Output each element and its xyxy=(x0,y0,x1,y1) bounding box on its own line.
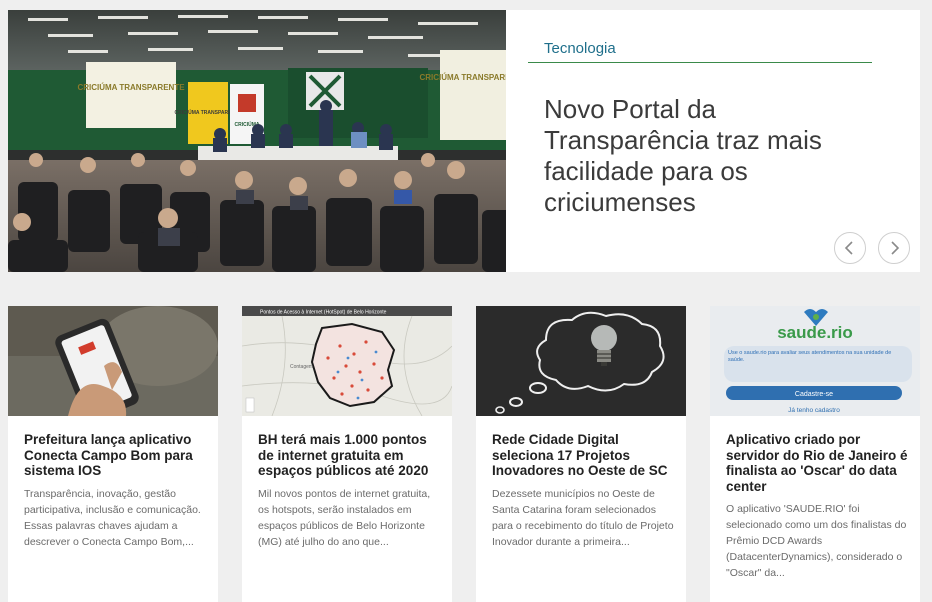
featured-photo[interactable]: CRICIÚMA TRANSPARENTE CRICIÚMA TRANSPARE… xyxy=(8,10,506,272)
card-title[interactable]: BH terá mais 1.000 pontos de internet gr… xyxy=(258,432,442,479)
card-image-map[interactable]: Pontos de Acesso à Internet (HotSpot) de… xyxy=(242,306,452,416)
news-card[interactable]: Rede Cidade Digital seleciona 17 Projeto… xyxy=(476,306,686,602)
chevron-left-icon xyxy=(844,241,853,255)
card-title[interactable]: Prefeitura lança aplicativo Conecta Camp… xyxy=(24,432,208,479)
hotspot-map-image: Pontos de Acesso à Internet (HotSpot) de… xyxy=(242,306,452,416)
screen-right-text: CRICIÚMA TRANSPARENTE xyxy=(419,73,506,82)
app-intro-text: Use o saude.rio para avaliar seus atendi… xyxy=(728,350,892,363)
map-caption: Pontos de Acesso à Internet (HotSpot) de… xyxy=(260,310,387,316)
category-label[interactable]: Tecnologia xyxy=(544,40,616,57)
news-card[interactable]: saude.rio Use o saude.rio para avaliar s… xyxy=(710,306,920,602)
card-description: Mil novos pontos de internet gratuita, o… xyxy=(258,488,431,548)
lightbulb-chalkboard-image xyxy=(476,306,686,416)
category-divider xyxy=(528,62,872,63)
chevron-right-icon xyxy=(891,241,900,255)
featured-headline[interactable]: Novo Portal da Transparência traz mais f… xyxy=(544,94,844,218)
screen-left-text: CRICIÚMA TRANSPARENTE xyxy=(77,83,185,92)
card-image-bulb[interactable] xyxy=(476,306,686,416)
slider-next-button[interactable] xyxy=(878,232,910,264)
featured-text-panel: Tecnologia Novo Portal da Transparência … xyxy=(506,10,920,272)
card-description: Transparência, inovação, gestão particip… xyxy=(24,488,201,548)
saude-rio-app-image: saude.rio Use o saude.rio para avaliar s… xyxy=(710,306,920,416)
map-place-label: Contagem xyxy=(290,364,313,370)
card-title[interactable]: Aplicativo criado por servidor do Rio de… xyxy=(726,432,910,494)
app-login-link: Já tenho cadastro xyxy=(788,407,840,414)
card-image-app[interactable]: saude.rio Use o saude.rio para avaliar s… xyxy=(710,306,920,416)
news-card[interactable]: Prefeitura lança aplicativo Conecta Camp… xyxy=(8,306,218,602)
app-brand: saude.rio xyxy=(777,323,853,342)
app-register-button: Cadastre-se xyxy=(795,391,833,398)
card-description: Dezessete municípios no Oeste de Santa C… xyxy=(492,488,674,548)
phone-app-image xyxy=(8,306,218,416)
meeting-room-image: CRICIÚMA TRANSPARENTE CRICIÚMA TRANSPARE… xyxy=(8,10,506,272)
featured-slider: CRICIÚMA TRANSPARENTE CRICIÚMA TRANSPARE… xyxy=(8,10,920,272)
card-image-phone[interactable] xyxy=(8,306,218,416)
card-title[interactable]: Rede Cidade Digital seleciona 17 Projeto… xyxy=(492,432,676,479)
news-card[interactable]: Pontos de Acesso à Internet (HotSpot) de… xyxy=(242,306,452,602)
slider-prev-button[interactable] xyxy=(834,232,866,264)
card-description: O aplicativo 'SAUDE.RIO' foi selecionado… xyxy=(726,503,907,579)
